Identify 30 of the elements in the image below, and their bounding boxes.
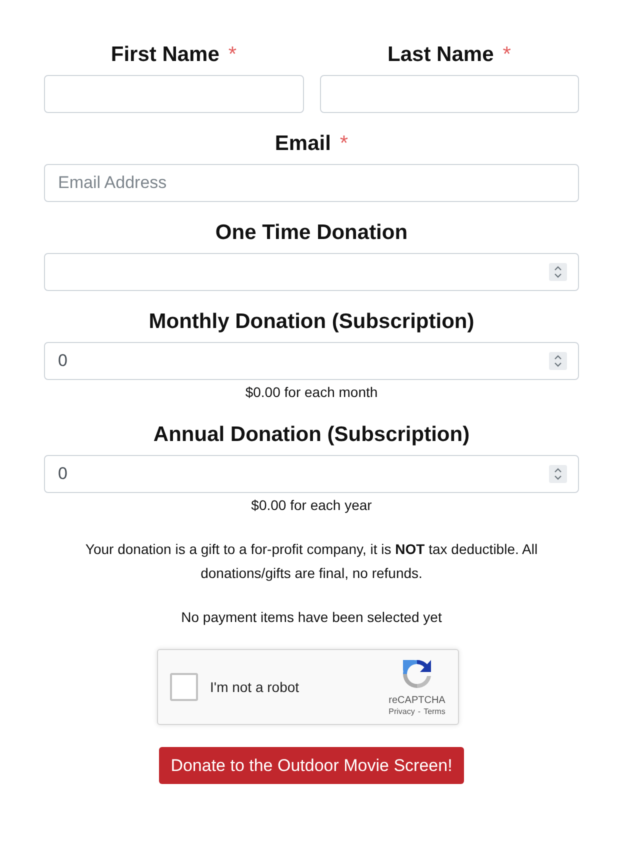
captcha-link[interactable]: Privacy xyxy=(388,706,415,716)
number-field[interactable]: 0 xyxy=(44,342,579,380)
field-label: Annual Donation (Subscription) xyxy=(153,423,470,447)
number-field[interactable] xyxy=(44,253,579,291)
amount-caption: $0.00 for each year xyxy=(251,496,372,514)
required-asterisk: * xyxy=(228,43,237,67)
captcha-brand-text: reCAPTCHA xyxy=(388,694,446,706)
spinner-icon[interactable] xyxy=(549,352,567,370)
payment-status-text: No payment items have been selected yet xyxy=(181,608,442,627)
text-field[interactable] xyxy=(320,75,579,113)
field-label: One Time Donation xyxy=(215,221,408,245)
captcha-link[interactable]: Terms xyxy=(424,706,446,716)
disclaimer-text: Your donation is a gift to a for-profit company, it is NOT tax deductible. All donations/gifts are final, no refunds. xyxy=(84,540,539,583)
amount-caption: $0.00 for each month xyxy=(245,383,378,401)
required-asterisk: * xyxy=(340,132,348,156)
spinner-icon[interactable] xyxy=(549,465,567,483)
field-label: Monthly Donation (Subscription) xyxy=(148,310,474,334)
required-asterisk: * xyxy=(502,43,511,67)
link-separator: - xyxy=(418,706,421,716)
captcha-label: I'm not a robot xyxy=(210,679,300,695)
number-field[interactable]: 0 xyxy=(44,455,579,493)
email-field[interactable]: Email Address xyxy=(44,164,579,202)
field-label: Last Name xyxy=(388,43,494,67)
donate-button[interactable]: Donate to the Outdoor Movie Screen! xyxy=(159,747,464,784)
field-label: Email xyxy=(274,132,331,156)
spinner-icon[interactable] xyxy=(549,263,567,281)
circular-arrow-icon xyxy=(401,658,433,690)
text-field[interactable] xyxy=(44,75,304,113)
captcha-checkbox[interactable] xyxy=(170,673,198,701)
field-label: First Name xyxy=(110,43,220,67)
